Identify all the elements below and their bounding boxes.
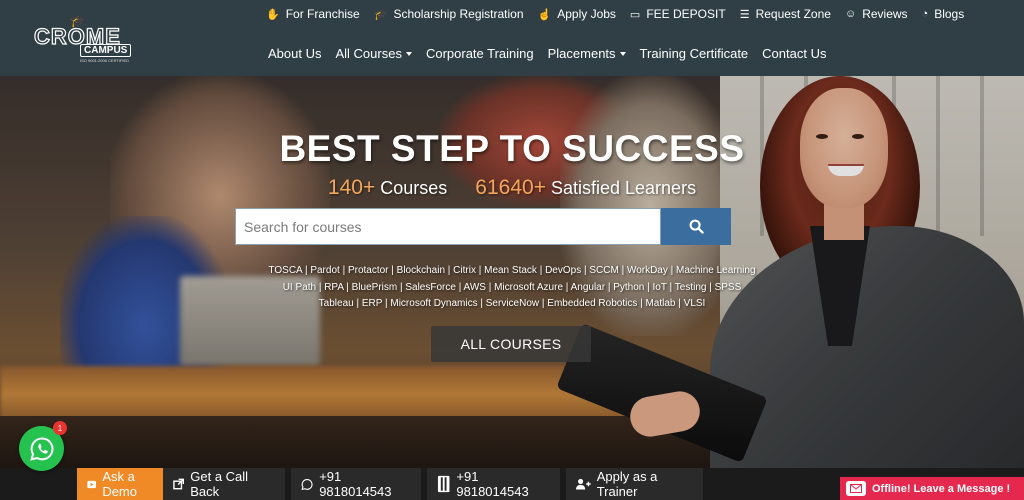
course-tags-line[interactable]: Tableau | ERP | Microsoft Dynamics | Ser… (240, 296, 784, 313)
learners-count: 61640+ (475, 176, 546, 199)
whatsapp-icon (29, 436, 53, 461)
whatsapp-icon (301, 478, 313, 490)
phone-number: +91 9818014543 (456, 469, 529, 499)
hero-banner: BEST STEP TO SUCCESS 140+ Courses 61640+… (0, 76, 1024, 468)
topbar-franchise-label: For Franchise (285, 7, 360, 21)
courses-label: Courses (380, 178, 448, 198)
nav-about-us[interactable]: About Us (268, 46, 321, 61)
nav-contact-us[interactable]: Contact Us (762, 46, 826, 61)
search-icon (689, 219, 704, 234)
hand-pointer-icon: ☝ (537, 8, 552, 21)
topbar-reviews-label: Reviews (862, 7, 908, 21)
course-search-bar (235, 208, 731, 245)
topbar-apply-jobs-link[interactable]: ☝ Apply Jobs (538, 7, 616, 21)
ask-demo-label: Ask a Demo (102, 469, 137, 499)
all-courses-button[interactable]: ALL COURSES (431, 326, 591, 362)
topbar-reviews-link[interactable]: ☺ Reviews (845, 7, 908, 21)
topbar-request-zone-label: Request Zone (755, 7, 831, 21)
topbar-fee-deposit-link[interactable]: ▭ FEE DEPOSIT (630, 7, 726, 21)
external-link-icon (173, 478, 185, 490)
whatsapp-notification-badge: 1 (53, 421, 67, 435)
topbar-scholarship-link[interactable]: 🎓 Scholarship Registration (374, 7, 524, 21)
site-header: 🎓 CROME CAMPUS ISO 9001:2008 CERTIFIED ✋… (0, 0, 1024, 76)
course-tags-line[interactable]: UI Path | RPA | BluePrism | SalesForce |… (240, 280, 784, 297)
envelope-icon (846, 481, 866, 496)
topbar-apply-jobs-label: Apply Jobs (557, 7, 616, 21)
top-utility-bar: ✋ For Franchise 🎓 Scholarship Registrati… (266, 7, 964, 21)
whatsapp-phone-number: +91 9818014543 (319, 469, 392, 499)
nav-all-courses-label: All Courses (335, 46, 402, 61)
get-call-back-label: Get a Call Back (190, 469, 249, 499)
envelope-icon-svg (850, 484, 862, 493)
apply-as-trainer-button[interactable]: Apply as a Trainer (566, 468, 703, 500)
hero-stats: 140+ Courses 61640+ Satisfied Learners (0, 176, 1024, 200)
smile-icon: ☺ (844, 8, 857, 20)
nav-all-courses[interactable]: All Courses (335, 46, 412, 61)
whatsapp-phone-link[interactable]: +91 9818014543 (291, 468, 421, 500)
nav-placements-label: Placements (547, 46, 616, 61)
learners-label: Satisfied Learners (550, 178, 697, 198)
phone-link[interactable]: +91 9818014543 (427, 468, 560, 500)
handshake-icon: ✋ (266, 8, 280, 21)
topbar-blogs-link[interactable]: ◔ Blogs (922, 7, 965, 21)
topbar-franchise-link[interactable]: ✋ For Franchise (266, 7, 360, 21)
course-tags-line[interactable]: TOSCA | Pardot | Protactor | Blockchain … (240, 263, 784, 280)
logo-sub-text: CAMPUS (80, 44, 132, 57)
course-search-input[interactable] (235, 208, 661, 245)
crome-campus-logo[interactable]: 🎓 CROME CAMPUS ISO 9001:2008 CERTIFIED (30, 14, 132, 64)
chevron-down-icon (619, 52, 626, 56)
ask-demo-button[interactable]: Ask a Demo (77, 468, 163, 500)
topbar-fee-deposit-label: FEE DEPOSIT (646, 7, 726, 21)
apply-as-trainer-label: Apply as a Trainer (596, 469, 658, 499)
graduation-cap-icon: 🎓 (373, 8, 388, 21)
get-call-back-button[interactable]: Get a Call Back (163, 468, 285, 500)
hero-title: BEST STEP TO SUCCESS (279, 128, 745, 169)
chevron-down-icon (405, 52, 412, 56)
popular-courses-tags: TOSCA | Pardot | Protactor | Blockchain … (240, 263, 784, 313)
nav-placements[interactable]: Placements (548, 46, 626, 61)
user-plus-icon (576, 478, 591, 490)
main-navigation: About Us All Courses Corporate Training … (268, 46, 826, 61)
search-button[interactable] (661, 208, 731, 245)
topbar-request-zone-link[interactable]: ☰ Request Zone (740, 7, 831, 21)
rss-icon: ◔ (921, 8, 929, 20)
nav-training-certificate[interactable]: Training Certificate (640, 46, 749, 61)
offline-leave-message-button[interactable]: Offline! Leave a Message ! (840, 477, 1024, 500)
video-play-icon (87, 480, 96, 488)
logo-tagline: ISO 9001:2008 CERTIFIED (80, 58, 130, 63)
topbar-blogs-label: Blogs (934, 7, 965, 21)
topbar-scholarship-label: Scholarship Registration (393, 7, 524, 21)
credit-card-icon: ▭ (629, 8, 641, 21)
mobile-phone-icon (437, 475, 450, 493)
offline-message-label: Offline! Leave a Message ! (872, 482, 1011, 495)
list-icon: ☰ (739, 8, 750, 21)
nav-corporate-training[interactable]: Corporate Training (426, 46, 534, 61)
courses-count: 140+ (327, 176, 376, 199)
